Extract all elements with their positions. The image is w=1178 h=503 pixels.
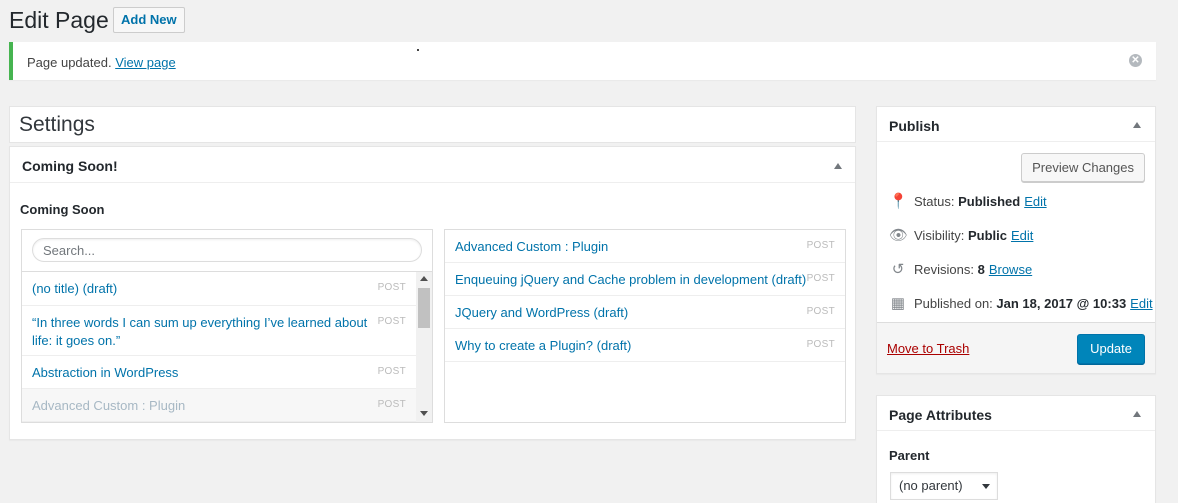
list-item[interactable]: Advanced Custom : Plugin POST (22, 389, 416, 422)
notice-message: Page updated. View page (27, 55, 176, 70)
update-notice: Page updated. View page ✕ (9, 42, 1156, 80)
visibility-label: Visibility: (914, 228, 965, 243)
browse-revisions-link[interactable]: Browse (989, 262, 1032, 277)
collapse-arrow-icon[interactable] (1133, 411, 1141, 417)
post-type: POST (377, 282, 406, 293)
published-value: Jan 18, 2017 @ 10:33 (996, 296, 1127, 311)
calendar-icon: ▦ (890, 295, 906, 312)
list-item[interactable]: Abstraction in WordPress POST (22, 356, 416, 389)
settings-box: Settings (9, 106, 856, 143)
revisions-row: ↺ Revisions: 8 Browse (889, 261, 1032, 279)
search-input[interactable] (32, 238, 422, 262)
page-attributes-title: Page Attributes (889, 407, 992, 423)
status-edit-link[interactable]: Edit (1024, 194, 1046, 209)
list-item[interactable]: “In three words I can sum up everything … (22, 306, 416, 356)
available-posts-list: (no title) (draft) POST “In three words … (21, 229, 433, 423)
post-title: “In three words I can sum up everything … (32, 315, 368, 348)
eye-icon: 👁 (889, 227, 909, 244)
visibility-edit-link[interactable]: Edit (1011, 228, 1033, 243)
list-item[interactable]: Why to create a Plugin? (draft) POST (445, 329, 845, 362)
post-title: Advanced Custom : Plugin (455, 239, 609, 254)
list-item[interactable]: Enqueuing jQuery and Cache problem in de… (445, 263, 845, 296)
collapse-arrow-icon[interactable] (834, 163, 842, 169)
pin-icon: 📍 (889, 193, 908, 210)
coming-soon-metabox: Coming Soon! Coming Soon (no title) (dra… (9, 146, 856, 440)
post-title: (no title) (draft) (32, 281, 118, 296)
page-attributes-header[interactable]: Page Attributes (877, 396, 1155, 431)
post-type: POST (806, 273, 835, 284)
post-title: Abstraction in WordPress (32, 365, 179, 380)
published-edit-link[interactable]: Edit (1130, 296, 1152, 311)
status-label: Status: (914, 194, 955, 209)
post-type: POST (806, 306, 835, 317)
publish-actions: Move to Trash Update (877, 322, 1155, 373)
scroll-up-icon[interactable] (420, 276, 428, 281)
selected-posts-list: Advanced Custom : Plugin POST Enqueuing … (444, 229, 846, 423)
published-row: ▦ Published on: Jan 18, 2017 @ 10:33 Edit (889, 295, 1153, 313)
history-icon: ↺ (891, 261, 905, 278)
post-type: POST (377, 316, 406, 327)
page-title: Edit Page (9, 7, 109, 33)
update-button[interactable]: Update (1077, 334, 1145, 364)
post-title: JQuery and WordPress (draft) (455, 305, 629, 320)
post-title: Advanced Custom : Plugin (32, 398, 186, 413)
revisions-value: 8 (977, 262, 985, 277)
parent-label: Parent (889, 448, 930, 463)
scroll-down-icon[interactable] (420, 411, 428, 416)
scrollbar-thumb[interactable] (418, 288, 430, 328)
publish-title: Publish (889, 118, 940, 134)
dismiss-icon[interactable]: ✕ (1129, 54, 1142, 67)
post-type: POST (806, 339, 835, 350)
field-label: Coming Soon (20, 202, 105, 217)
published-label: Published on: (914, 296, 993, 311)
list-item[interactable]: JQuery and WordPress (draft) POST (445, 296, 845, 329)
status-row: 📍 Status: Published Edit (889, 193, 1047, 211)
post-type: POST (377, 366, 406, 377)
chevron-down-icon (982, 484, 990, 489)
stray-mark (417, 49, 419, 51)
page-attributes-box: Page Attributes Parent (no parent) (876, 395, 1156, 503)
preview-changes-button[interactable]: Preview Changes (1021, 153, 1145, 182)
parent-select-value: (no parent) (899, 478, 963, 493)
visibility-row: 👁 Visibility: Public Edit (889, 227, 1033, 245)
post-type: POST (806, 240, 835, 251)
publish-header[interactable]: Publish (877, 107, 1155, 142)
notice-text: Page updated. (27, 55, 112, 70)
parent-select[interactable]: (no parent) (890, 472, 998, 500)
metabox-title: Coming Soon! (22, 158, 118, 174)
publish-box: Publish Preview Changes 📍 Status: Publish… (876, 106, 1156, 374)
post-title: Enqueuing jQuery and Cache problem in de… (455, 272, 807, 287)
visibility-value: Public (967, 228, 1007, 243)
revisions-label: Revisions: (914, 262, 974, 277)
list-item[interactable]: Advanced Custom : Plugin POST (445, 230, 845, 263)
collapse-arrow-icon[interactable] (1133, 122, 1141, 128)
settings-title: Settings (19, 113, 95, 136)
post-title: Why to create a Plugin? (draft) (455, 338, 632, 353)
metabox-header[interactable]: Coming Soon! (10, 147, 855, 183)
post-type: POST (377, 399, 406, 410)
add-new-button[interactable]: Add New (113, 7, 185, 33)
view-page-link[interactable]: View page (115, 55, 175, 70)
list-scrollbar[interactable] (416, 272, 432, 422)
status-value: Published (958, 194, 1021, 209)
move-to-trash-link[interactable]: Move to Trash (887, 341, 969, 356)
search-area (22, 230, 432, 272)
list-item[interactable]: (no title) (draft) POST (22, 272, 416, 306)
